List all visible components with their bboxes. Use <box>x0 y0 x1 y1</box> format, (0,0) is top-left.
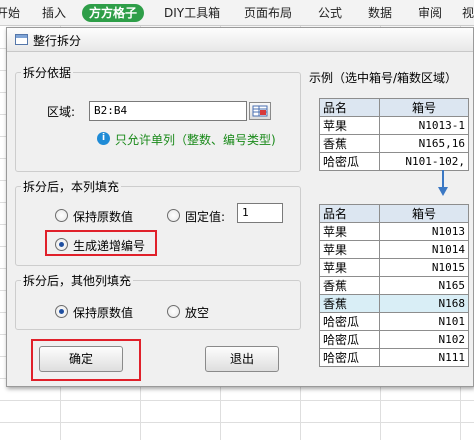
table-row: 哈密瓜 N102 <box>319 330 469 349</box>
dialog-titlebar[interactable]: 整行拆分 <box>7 28 473 52</box>
tab-formulas[interactable]: 公式 <box>318 4 342 22</box>
example-after-cell: 苹果 <box>319 222 380 241</box>
example-before-cell: N165,16 <box>379 134 469 153</box>
arrow-down-icon <box>438 170 448 196</box>
fixed-value-input[interactable]: 1 <box>237 203 283 223</box>
example-after-cell: 香蕉 <box>319 294 380 313</box>
example-after-header-name: 品名 <box>319 204 380 223</box>
dialog-app-icon <box>15 34 28 45</box>
tab-data[interactable]: 数据 <box>368 4 392 22</box>
radio-keep-original[interactable] <box>55 209 68 222</box>
example-after-cell: 苹果 <box>319 258 380 277</box>
example-after-header-box: 箱号 <box>379 204 469 223</box>
example-after-cell: N1014 <box>379 240 469 259</box>
example-after-cell: N1015 <box>379 258 469 277</box>
example-before-cell: 苹果 <box>319 116 380 135</box>
range-hint: 只允许单列（整数、编号类型) <box>115 133 276 147</box>
ribbon: 开始 插入 方方格子 DIY工具箱 页面布局 公式 数据 审阅 视 <box>0 0 474 26</box>
range-select-icon <box>252 105 268 117</box>
tab-review[interactable]: 审阅 <box>418 4 442 22</box>
example-after-cell: 哈密瓜 <box>319 312 380 331</box>
dialog-title: 整行拆分 <box>33 34 82 48</box>
tab-diy-toolbox[interactable]: DIY工具箱 <box>164 4 220 22</box>
range-picker-button[interactable] <box>249 102 271 120</box>
example-after-cell: N165 <box>379 276 469 295</box>
info-icon: i <box>97 132 110 145</box>
radio-other-blank[interactable] <box>167 305 180 318</box>
example-after-cell: N168 <box>379 294 469 313</box>
highlight-box-ok <box>31 339 141 381</box>
group-fill-other-columns-title: 拆分后，其他列填充 <box>21 272 134 289</box>
example-after-table: 品名 箱号 苹果 N1013 苹果 N1014 苹果 N1015 香蕉 N165 香蕉 N… <box>319 204 469 367</box>
table-row: 香蕉 N165 <box>319 276 469 295</box>
example-before-header-box: 箱号 <box>379 98 469 117</box>
tab-home[interactable]: 开始 <box>0 4 20 22</box>
example-after-header-row: 品名 箱号 <box>319 204 469 223</box>
tab-fangfang[interactable]: 方方格子 <box>82 4 145 22</box>
table-row: 哈密瓜 N111 <box>319 348 469 367</box>
group-fill-this-column-title: 拆分后，本列填充 <box>21 178 122 195</box>
highlight-box-increment <box>45 230 157 256</box>
table-row: 香蕉 N165,16 <box>319 134 469 153</box>
cancel-button[interactable]: 退出 <box>205 346 279 372</box>
example-after-cell: 哈密瓜 <box>319 348 380 367</box>
tab-view[interactable]: 视 <box>462 4 474 22</box>
example-before-header-name: 品名 <box>319 98 380 117</box>
radio-other-keep-original-label[interactable]: 保持原数值 <box>73 304 133 321</box>
example-before-cell: 香蕉 <box>319 134 380 153</box>
split-rows-dialog: 整行拆分 拆分依据 区域: B2:B4 i 只允许单列（整数、编号类型) 拆分后… <box>6 27 474 387</box>
example-title: 示例（选中箱号/箱数区域） <box>309 71 458 85</box>
example-after-cell: 苹果 <box>319 240 380 259</box>
example-before-header-row: 品名 箱号 <box>319 98 469 117</box>
range-label: 区域: <box>47 105 76 119</box>
radio-keep-original-label[interactable]: 保持原数值 <box>73 208 133 225</box>
table-row: 苹果 N1014 <box>319 240 469 259</box>
example-before-cell: 哈密瓜 <box>319 152 380 171</box>
example-after-cell: N101 <box>379 312 469 331</box>
table-row: 苹果 N1013 <box>319 222 469 241</box>
table-row: 香蕉 N168 <box>319 294 469 313</box>
example-after-cell: 香蕉 <box>319 276 380 295</box>
table-row: 哈密瓜 N101 <box>319 312 469 331</box>
radio-other-blank-label[interactable]: 放空 <box>185 304 209 321</box>
example-before-table: 品名 箱号 苹果 N1013-1 香蕉 N165,16 哈密瓜 N101-102… <box>319 98 469 171</box>
tab-page-layout[interactable]: 页面布局 <box>244 4 292 22</box>
radio-fixed-value[interactable] <box>167 209 180 222</box>
example-after-cell: N111 <box>379 348 469 367</box>
range-input[interactable]: B2:B4 <box>89 101 247 121</box>
group-split-basis-title: 拆分依据 <box>21 64 74 81</box>
table-row: 哈密瓜 N101-102, <box>319 152 469 171</box>
example-before-cell: N101-102, <box>379 152 469 171</box>
group-split-basis <box>15 72 301 172</box>
example-after-cell: N1013 <box>379 222 469 241</box>
table-row: 苹果 N1013-1 <box>319 116 469 135</box>
radio-fixed-value-label[interactable]: 固定值: <box>185 208 225 225</box>
tab-insert[interactable]: 插入 <box>42 4 66 22</box>
radio-other-keep-original[interactable] <box>55 305 68 318</box>
example-after-cell: 哈密瓜 <box>319 330 380 349</box>
example-after-cell: N102 <box>379 330 469 349</box>
example-before-cell: N1013-1 <box>379 116 469 135</box>
table-row: 苹果 N1015 <box>319 258 469 277</box>
